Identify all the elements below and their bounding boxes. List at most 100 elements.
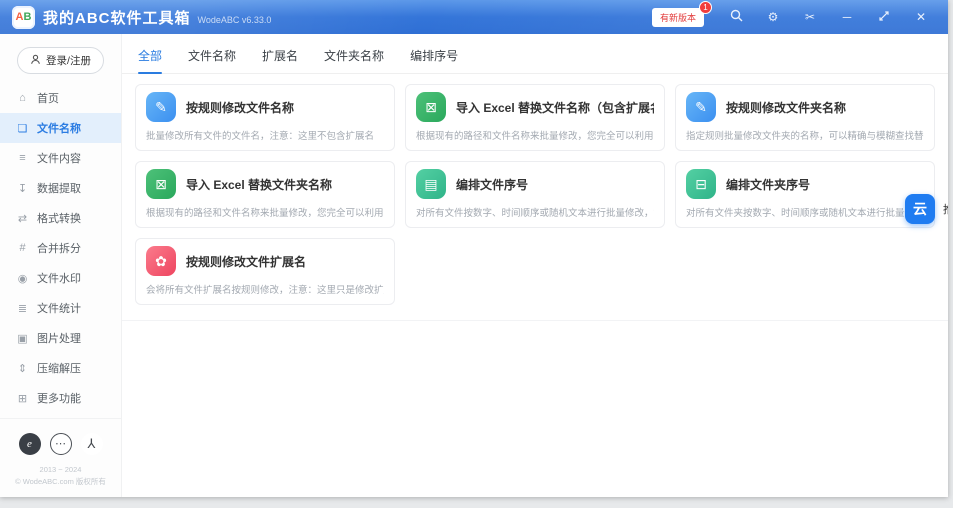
card-rename-extension[interactable]: ✿ 按规则修改文件扩展名 会将所有文件扩展名按规则修改，注意：这里只是修改扩展名… [135,238,395,305]
tab-file-name[interactable]: 文件名称 [188,47,236,73]
card-description: 对所有文件夹按数字、时间顺序或随机文本进行批量修改，如果您的规则 [686,205,924,219]
file-stats-icon: ≣ [16,302,29,315]
minimize-button[interactable]: ─ [832,5,862,29]
card-rename-file-by-rule[interactable]: ✎ 按规则修改文件名称 批量修改所有文件的文件名，注意：这里不包含扩展名 [135,84,395,151]
card-title: 导入 Excel 替换文件名称（包含扩展名） [456,99,654,116]
data-extract-icon: ↧ [16,182,29,195]
sidebar-item-label: 合并拆分 [37,240,81,256]
screenshot-tool-button[interactable]: ✂ [795,5,825,29]
excel-import-icon: ⊠ [146,169,176,199]
sidebar-item-label: 更多功能 [37,390,81,406]
card-excel-rename-folder[interactable]: ⊠ 导入 Excel 替换文件夹名称 根据现有的路径和文件名称来批量修改，您完全… [135,161,395,228]
browser-icon[interactable]: e [19,433,41,455]
sidebar-item-label: 图片处理 [37,330,81,346]
card-rename-folder-by-rule[interactable]: ✎ 按规则修改文件夹名称 指定规则批量修改文件夹的名称，可以精确与模糊查找替换 [675,84,935,151]
watermark-icon: ◉ [16,272,29,285]
sidebar-item-label: 文件名称 [37,120,81,136]
format-convert-icon: ⇄ [16,212,29,225]
settings-button[interactable]: ⚙ [758,5,788,29]
excel-import-icon: ⊠ [416,92,446,122]
merge-split-icon: # [16,242,29,254]
card-description: 会将所有文件扩展名按规则修改，注意：这里只是修改扩展名，【不是】文 [146,282,384,296]
sidebar-item-watermark[interactable]: ◉ 文件水印 [0,263,121,293]
sidebar-item-label: 首页 [37,90,59,106]
card-title: 导入 Excel 替换文件夹名称 [186,176,332,193]
cloud-button[interactable]: 云 [905,194,935,224]
share-icon[interactable]: ⅄ [81,433,103,455]
sidebar-item-label: 数据提取 [37,180,81,196]
card-description: 批量修改所有文件的文件名，注意：这里不包含扩展名 [146,128,384,142]
card-header: ⊟ 编排文件夹序号 [686,169,924,199]
copyright: 2013 ~ 2024 © WodeABC.com 版权所有 [4,464,117,490]
sidebar-item-label: 文件水印 [37,270,81,286]
card-title: 编排文件夹序号 [726,176,810,193]
card-header: ✿ 按规则修改文件扩展名 [146,246,384,276]
minimize-icon: ─ [843,10,852,24]
gear-icon: ⚙ [768,10,779,24]
sidebar-item-label: 文件内容 [37,150,81,166]
tab-serial-number[interactable]: 编排序号 [410,47,458,73]
sidebar-footer: e ⋯ ⅄ 2013 ~ 2024 © WodeABC.com 版权所有 [0,418,121,498]
notification-count-badge: 1 [699,1,712,14]
copyright-text: © WodeABC.com 版权所有 [4,476,117,489]
sidebar-item-merge-split[interactable]: # 合并拆分 [0,233,121,263]
tab-folder-name[interactable]: 文件夹名称 [324,47,384,73]
sidebar-nav: ⌂ 首页 ❏ 文件名称 ≡ 文件内容 ↧ 数据提取 [0,83,121,413]
floating-cloud-widget: 云 推荐 [905,194,948,224]
close-icon: ✕ [916,10,926,24]
sidebar-item-label: 格式转换 [37,210,81,226]
folder-edit-icon: ✎ [686,92,716,122]
copyright-years: 2013 ~ 2024 [4,464,117,477]
search-icon [730,9,743,25]
main-content: 全部 文件名称 扩展名 文件夹名称 编排序号 ✎ 按规则修改文件名称 批量修改所… [122,34,948,497]
file-content-icon: ≡ [16,152,29,164]
app-window: AB 我的ABC软件工具箱 WodeABC v6.33.0 有新版本 1 ⚙ ✂ [0,0,948,497]
card-file-serial-number[interactable]: ▤ 编排文件序号 对所有文件按数字、时间顺序或随机文本进行批量修改，如果您的规则… [405,161,665,228]
card-title: 按规则修改文件夹名称 [726,99,846,116]
chat-icon[interactable]: ⋯ [50,433,72,455]
titlebar[interactable]: AB 我的ABC软件工具箱 WodeABC v6.33.0 有新版本 1 ⚙ ✂ [0,0,948,34]
category-tabs: 全部 文件名称 扩展名 文件夹名称 编排序号 [122,34,948,74]
update-badge[interactable]: 有新版本 1 [652,8,704,27]
sidebar-item-file-content[interactable]: ≡ 文件内容 [0,143,121,173]
sidebar-item-home[interactable]: ⌂ 首页 [0,83,121,113]
logo-letter-b: B [24,11,32,23]
sidebar-item-file-stats[interactable]: ≣ 文件统计 [0,293,121,323]
sidebar-item-format-convert[interactable]: ⇄ 格式转换 [0,203,121,233]
card-header: ✎ 按规则修改文件夹名称 [686,92,924,122]
card-header: ▤ 编排文件序号 [416,169,654,199]
maximize-icon [878,10,890,25]
card-description: 根据现有的路径和文件名称来批量修改，您完全可以利用 Excel 强大的功能 [416,128,654,142]
tab-all[interactable]: 全部 [138,47,162,73]
sidebar-item-label: 压缩解压 [37,360,81,376]
app-body: 登录/注册 ⌂ 首页 ❏ 文件名称 ≡ 文件内容 [0,34,948,497]
card-header: ⊠ 导入 Excel 替换文件夹名称 [146,169,384,199]
more-features-icon: ⊞ [16,392,29,405]
compress-icon: ⇕ [16,362,29,375]
feature-card-grid: ✎ 按规则修改文件名称 批量修改所有文件的文件名，注意：这里不包含扩展名 ⊠ 导… [122,74,948,321]
titlebar-actions: 有新版本 1 ⚙ ✂ ─ ✕ [652,5,936,29]
maximize-button[interactable] [869,5,899,29]
search-button[interactable] [721,5,751,29]
sidebar-item-data-extract[interactable]: ↧ 数据提取 [0,173,121,203]
card-header: ⊠ 导入 Excel 替换文件名称（包含扩展名） [416,92,654,122]
sidebar: 登录/注册 ⌂ 首页 ❏ 文件名称 ≡ 文件内容 [0,34,122,497]
close-button[interactable]: ✕ [906,5,936,29]
app-logo-icon: AB [12,6,35,29]
login-register-button[interactable]: 登录/注册 [17,47,104,74]
clipboard-serial-icon: ▤ [416,169,446,199]
card-folder-serial-number[interactable]: ⊟ 编排文件夹序号 对所有文件夹按数字、时间顺序或随机文本进行批量修改，如果您的… [675,161,935,228]
app-version: WodeABC v6.33.0 [198,15,272,25]
card-excel-rename-file[interactable]: ⊠ 导入 Excel 替换文件名称（包含扩展名） 根据现有的路径和文件名称来批量… [405,84,665,151]
tab-extension[interactable]: 扩展名 [262,47,298,73]
sidebar-item-image-process[interactable]: ▣ 图片处理 [0,323,121,353]
file-name-icon: ❏ [16,122,29,135]
sidebar-item-more[interactable]: ⊞ 更多功能 [0,383,121,413]
social-links: e ⋯ ⅄ [4,425,117,464]
scissors-icon: ✂ [805,10,815,24]
puzzle-icon: ✿ [146,246,176,276]
desktop-background: AB 我的ABC软件工具箱 WodeABC v6.33.0 有新版本 1 ⚙ ✂ [0,0,953,508]
sidebar-item-compress[interactable]: ⇕ 压缩解压 [0,353,121,383]
folder-serial-icon: ⊟ [686,169,716,199]
sidebar-item-file-name[interactable]: ❏ 文件名称 [0,113,121,143]
